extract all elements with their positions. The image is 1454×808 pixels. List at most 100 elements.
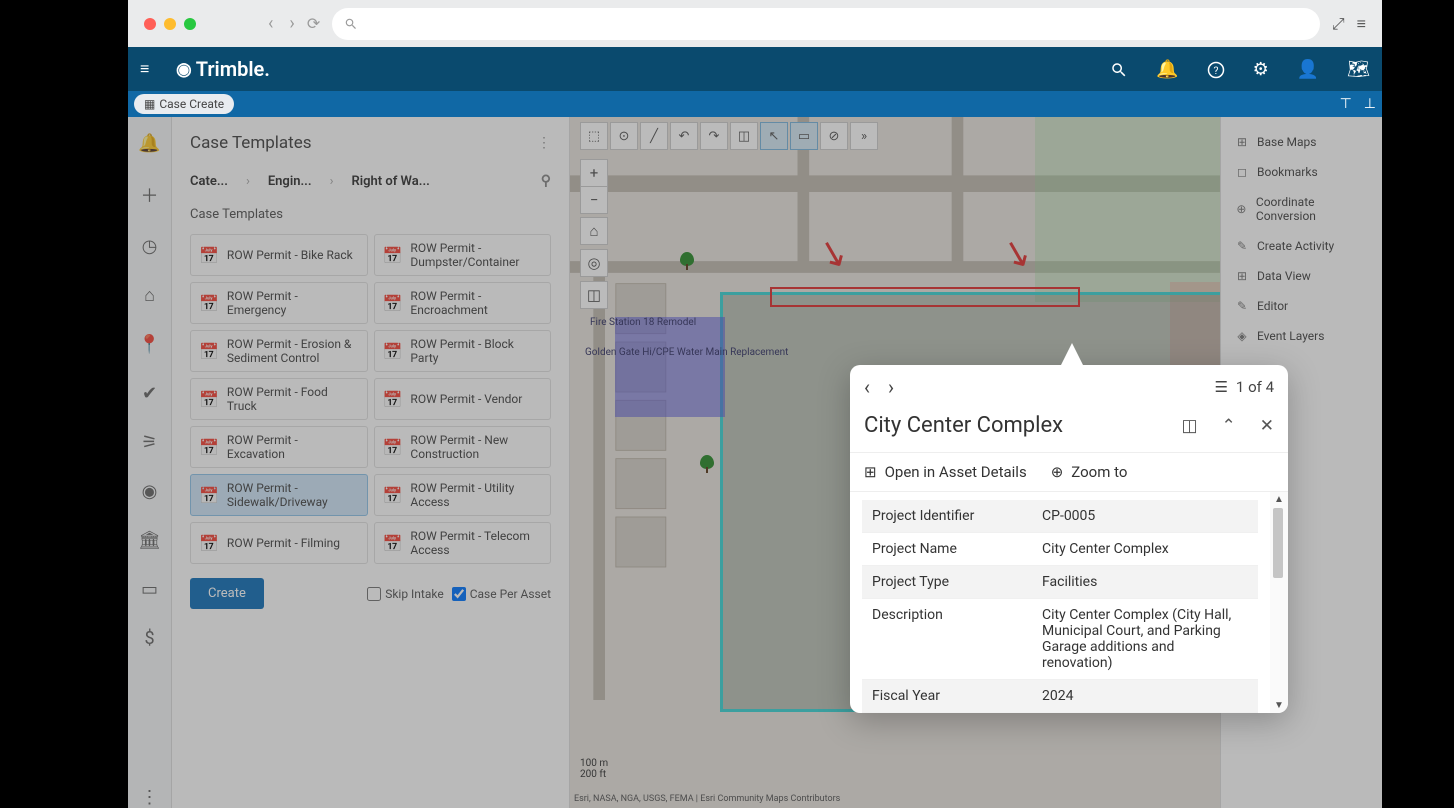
- maximize-window-icon[interactable]: [184, 18, 196, 30]
- case-create-pill[interactable]: ▦ Case Create: [134, 94, 234, 114]
- expand-icon[interactable]: ⤢: [1332, 14, 1345, 34]
- zoom-to-button[interactable]: ⊕ Zoom to: [1051, 463, 1128, 481]
- template-item[interactable]: 📅ROW Permit - Dumpster/Container: [374, 234, 552, 276]
- notifications-icon[interactable]: 🔔: [1156, 59, 1178, 80]
- create-button[interactable]: Create: [190, 578, 264, 609]
- template-label: ROW Permit - New Construction: [410, 433, 542, 461]
- popup-prev-icon[interactable]: ‹: [864, 375, 870, 399]
- user-icon[interactable]: 👤: [1297, 59, 1319, 80]
- panel-item-label: Data View: [1257, 269, 1311, 283]
- tool-line-icon[interactable]: ╱: [640, 122, 668, 150]
- rail-bell-icon[interactable]: 🔔: [138, 133, 160, 154]
- tool-clear-icon[interactable]: ⊘: [820, 122, 848, 150]
- rail-building-icon[interactable]: 🏛: [138, 530, 161, 551]
- calendar-icon: 📅: [199, 390, 219, 409]
- minimize-window-icon[interactable]: [164, 18, 176, 30]
- forward-icon[interactable]: ›: [289, 13, 294, 34]
- dock-icon[interactable]: ◫: [1181, 416, 1197, 436]
- close-icon[interactable]: ✕: [1260, 416, 1274, 436]
- tool-undo-icon[interactable]: ↶: [670, 122, 698, 150]
- tool-redo-icon[interactable]: ↷: [700, 122, 728, 150]
- filter-icon[interactable]: ⚲: [541, 173, 551, 189]
- popup-next-icon[interactable]: ›: [888, 375, 894, 399]
- rail-dollar-icon[interactable]: $: [144, 628, 154, 649]
- template-item[interactable]: 📅ROW Permit - Food Truck: [190, 378, 368, 420]
- skip-intake-checkbox[interactable]: [367, 587, 381, 601]
- refresh-icon[interactable]: ⟳: [307, 14, 320, 33]
- app-menu-icon[interactable]: ≡: [140, 59, 164, 79]
- case-per-asset-checkbox[interactable]: [452, 587, 466, 601]
- template-item[interactable]: 📅ROW Permit - Sidewalk/Driveway: [190, 474, 368, 516]
- zoom-out-button[interactable]: −: [580, 186, 608, 214]
- map-icon[interactable]: 🗺: [1347, 59, 1370, 80]
- tool-select-icon[interactable]: ⬚: [580, 122, 608, 150]
- breadcrumb-right-of-way[interactable]: Right of Wa...: [351, 174, 429, 189]
- case-per-asset-label[interactable]: Case Per Asset: [452, 587, 551, 601]
- close-window-icon[interactable]: [144, 18, 156, 30]
- skip-intake-label[interactable]: Skip Intake: [367, 587, 444, 601]
- rail-globe-icon[interactable]: ◉: [142, 481, 158, 502]
- template-item[interactable]: 📅ROW Permit - Emergency: [190, 282, 368, 324]
- settings-icon[interactable]: ⚙: [1253, 59, 1269, 80]
- template-item[interactable]: 📅ROW Permit - Block Party: [374, 330, 552, 372]
- template-item[interactable]: 📅ROW Permit - Filming: [190, 522, 368, 564]
- popup-field-label: Project Type: [862, 566, 1032, 598]
- measure-button[interactable]: ◫: [580, 281, 608, 309]
- logo-icon: ◉: [176, 59, 192, 80]
- rail-pin-icon[interactable]: 📍: [138, 334, 160, 355]
- chevron-right-icon: ›: [246, 174, 250, 189]
- layout-icon-1[interactable]: ⊤: [1340, 96, 1352, 112]
- right-panel-item[interactable]: ✎Editor: [1231, 291, 1372, 321]
- back-icon[interactable]: ‹: [268, 13, 273, 34]
- popup-scrollbar[interactable]: ▲ ▼: [1270, 492, 1288, 713]
- rail-card-icon[interactable]: ▭: [141, 579, 158, 600]
- tool-rectangle-icon[interactable]: ▭: [790, 122, 818, 150]
- right-panel-item[interactable]: ✎Create Activity: [1231, 231, 1372, 261]
- template-item[interactable]: 📅ROW Permit - Vendor: [374, 378, 552, 420]
- panel-more-icon[interactable]: ⋮: [537, 135, 551, 151]
- right-panel-item[interactable]: ⊕Coordinate Conversion: [1231, 187, 1372, 231]
- zoom-in-button[interactable]: +: [580, 159, 608, 187]
- rail-tree-icon[interactable]: ⚞: [141, 432, 157, 453]
- popup-field-value: CP-0005: [1032, 500, 1258, 532]
- panel-footer: Create Skip Intake Case Per Asset: [190, 578, 551, 609]
- help-icon[interactable]: ?: [1207, 59, 1225, 80]
- rail-plus-icon[interactable]: ＋: [141, 182, 159, 208]
- tool-cursor-icon[interactable]: ↖: [760, 122, 788, 150]
- breadcrumb-engineering[interactable]: Engin...: [268, 174, 312, 189]
- tool-lasso-icon[interactable]: ◫: [730, 122, 758, 150]
- tool-point-icon[interactable]: ⊙: [610, 122, 638, 150]
- home-extent-button[interactable]: ⌂: [580, 217, 608, 245]
- collapse-icon[interactable]: ⌃: [1222, 416, 1236, 436]
- locate-button[interactable]: ◎: [580, 249, 608, 277]
- scroll-thumb[interactable]: [1273, 508, 1283, 578]
- open-asset-label: Open in Asset Details: [885, 463, 1027, 481]
- template-item[interactable]: 📅ROW Permit - Utility Access: [374, 474, 552, 516]
- panel-item-icon: ◈: [1235, 329, 1249, 343]
- scroll-down-icon[interactable]: ▼: [1274, 700, 1284, 711]
- right-panel-item[interactable]: ⊞Data View: [1231, 261, 1372, 291]
- template-item[interactable]: 📅ROW Permit - Bike Rack: [190, 234, 368, 276]
- rail-more-icon[interactable]: ⋮: [141, 787, 159, 808]
- open-asset-details-button[interactable]: ⊞ Open in Asset Details: [864, 463, 1027, 481]
- right-panel-item[interactable]: ◈Event Layers: [1231, 321, 1372, 351]
- template-item[interactable]: 📅ROW Permit - Erosion & Sediment Control: [190, 330, 368, 372]
- header-search-icon[interactable]: [1110, 59, 1128, 80]
- list-icon[interactable]: ☰: [1214, 378, 1227, 396]
- url-bar[interactable]: [332, 8, 1320, 40]
- breadcrumb-categories[interactable]: Cate...: [190, 174, 228, 189]
- tool-more-icon[interactable]: »: [850, 122, 878, 150]
- hamburger-icon[interactable]: ≡: [1357, 14, 1366, 34]
- scroll-up-icon[interactable]: ▲: [1274, 494, 1284, 505]
- rail-home-icon[interactable]: ⌂: [144, 285, 155, 306]
- template-item[interactable]: 📅ROW Permit - New Construction: [374, 426, 552, 468]
- template-item[interactable]: 📅ROW Permit - Encroachment: [374, 282, 552, 324]
- right-panel-item[interactable]: ⊞Base Maps: [1231, 127, 1372, 157]
- template-item[interactable]: 📅ROW Permit - Telecom Access: [374, 522, 552, 564]
- rail-clock-icon[interactable]: ◷: [142, 236, 158, 257]
- right-panel-item[interactable]: ◻Bookmarks: [1231, 157, 1372, 187]
- template-item[interactable]: 📅ROW Permit - Excavation: [190, 426, 368, 468]
- rail-check-icon[interactable]: ✔: [142, 383, 157, 404]
- template-label: ROW Permit - Sidewalk/Driveway: [227, 481, 359, 509]
- layout-icon-2[interactable]: ⊥: [1364, 96, 1376, 112]
